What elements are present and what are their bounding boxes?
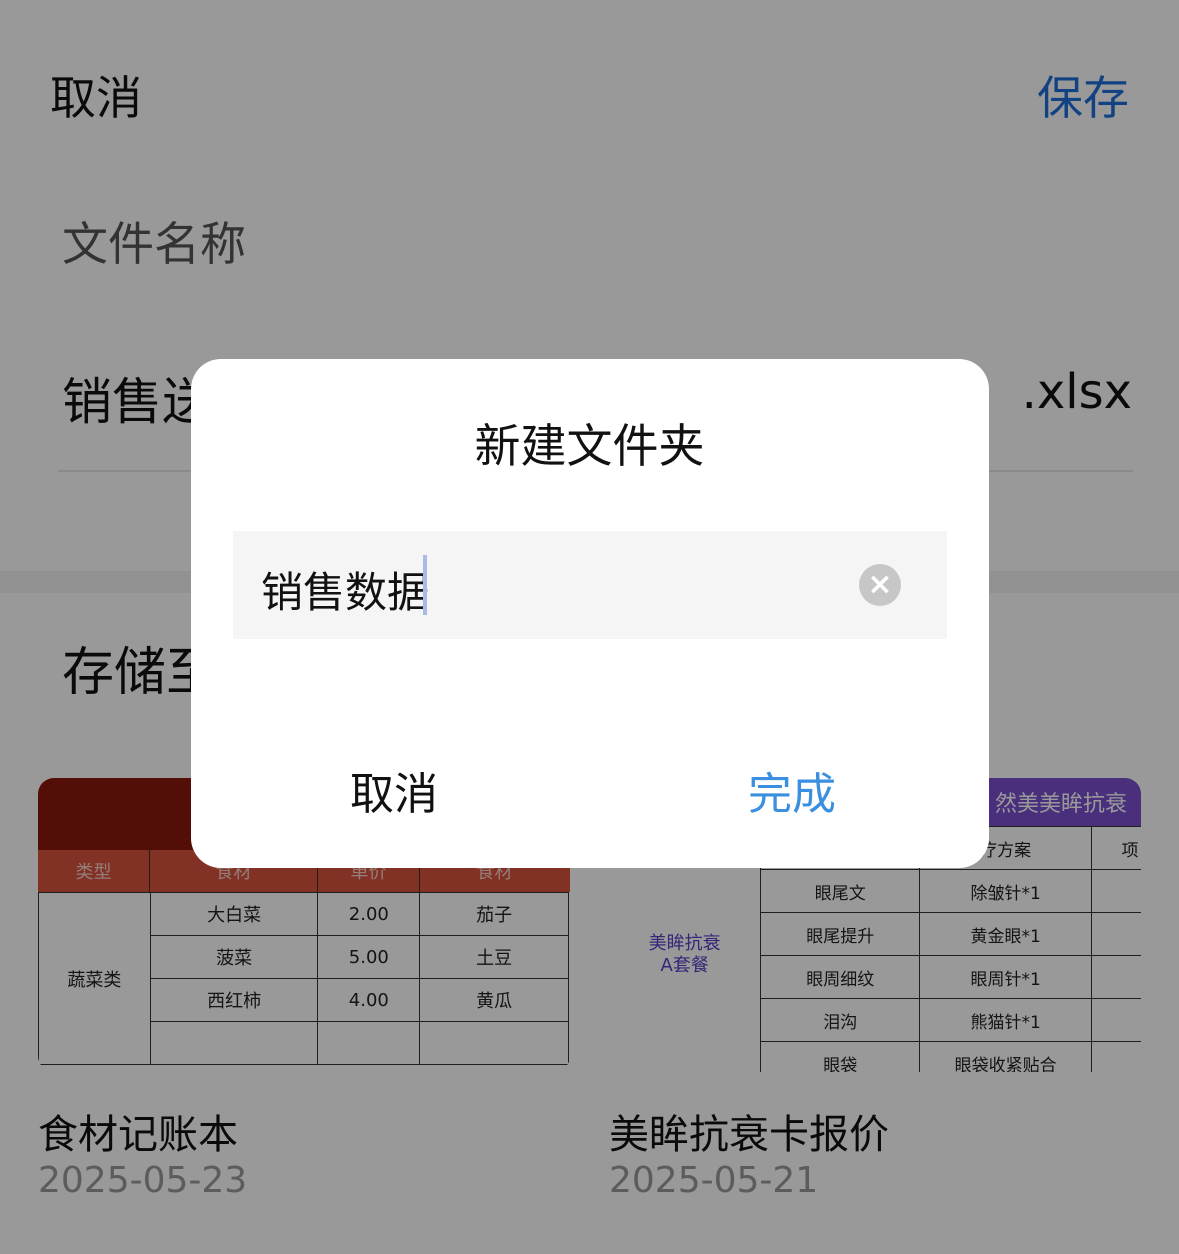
clear-icon[interactable]: × (859, 564, 901, 606)
dialog-cancel-button[interactable]: 取消 (350, 758, 438, 822)
dialog-done-button[interactable]: 完成 (748, 758, 836, 822)
folder-name-value: 销售数据 (261, 568, 430, 617)
text-caret (423, 555, 427, 615)
dialog-title: 新建文件夹 (474, 419, 705, 473)
folder-name-input[interactable]: 销售数据 × (233, 531, 947, 639)
